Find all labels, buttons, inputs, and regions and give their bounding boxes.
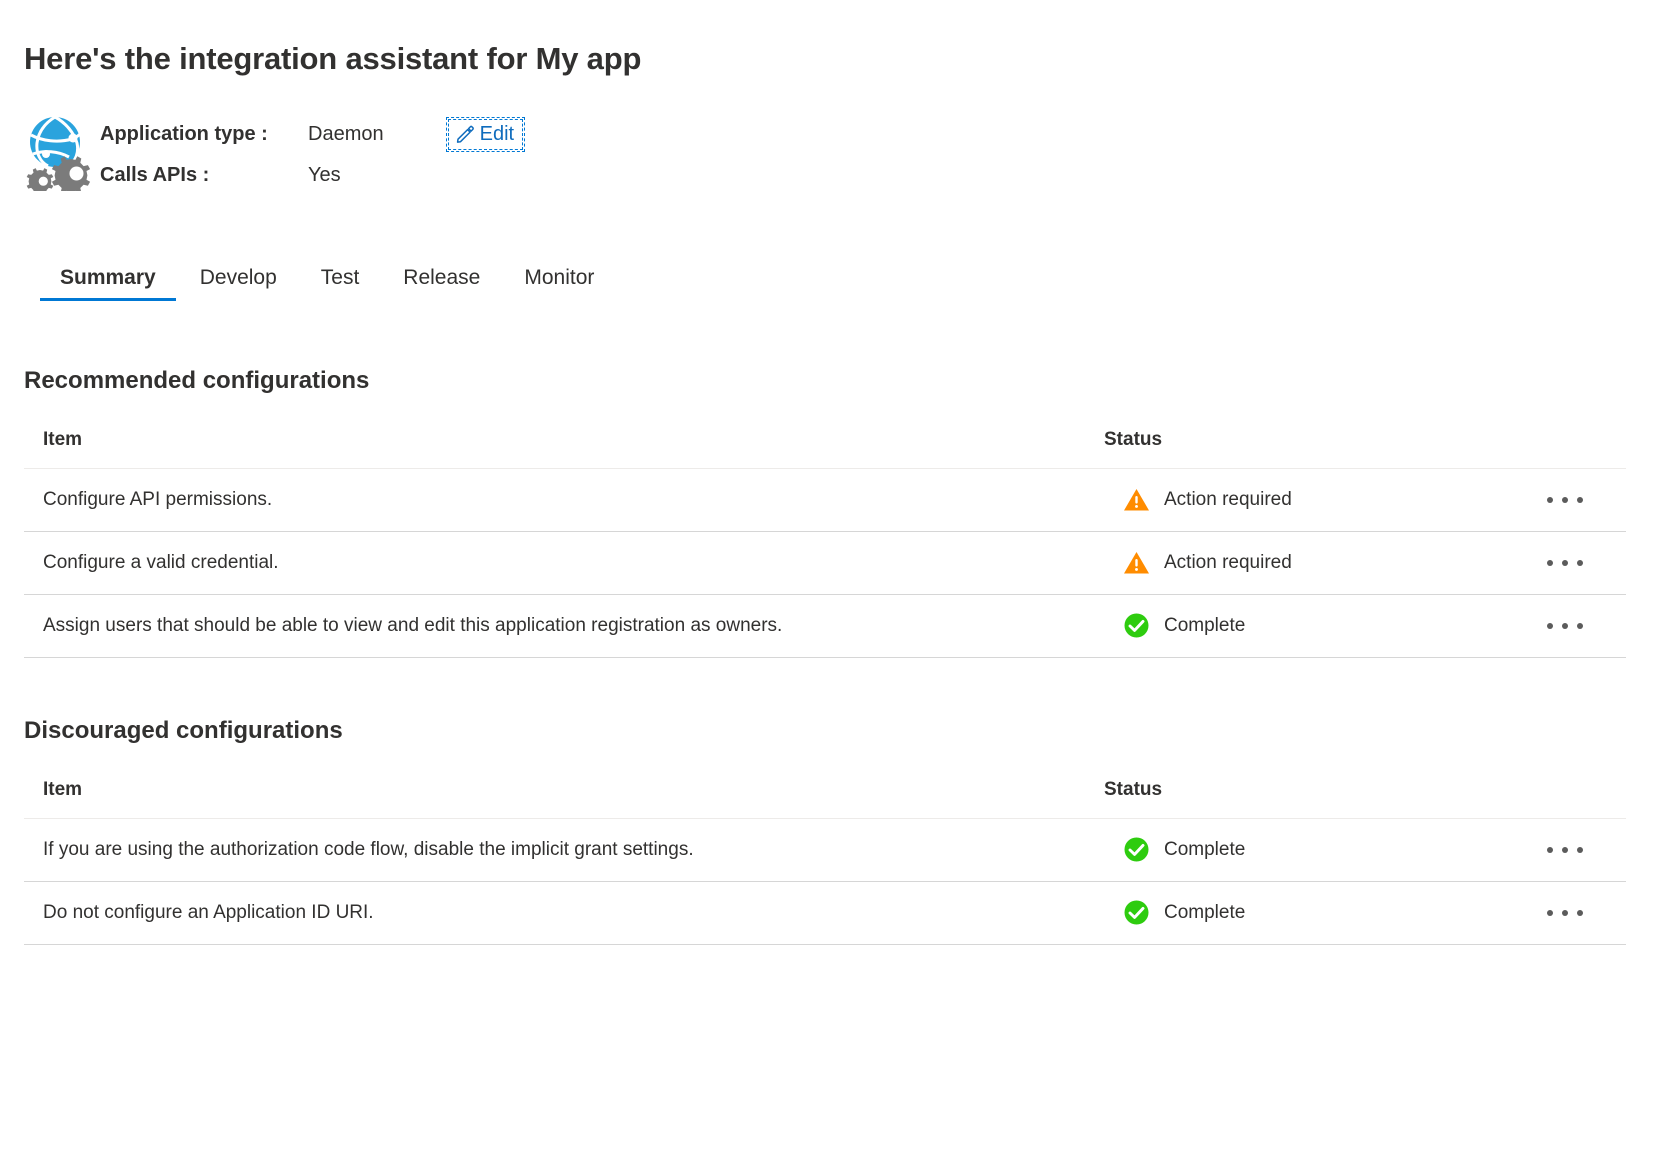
tab-develop[interactable]: Develop [178,267,299,301]
dot [1576,846,1583,853]
row-status-cell: Action required [1104,468,1484,532]
application-type-value: Daemon [308,122,384,145]
dot [1561,909,1568,916]
row-item-text: Configure a valid credential. [24,531,1104,595]
discouraged-configurations-section: Discouraged configurations Item Status I… [24,717,1644,945]
row-status-text: Action required [1164,488,1292,510]
page-title: Here's the integration assistant for My … [24,41,642,76]
recommended-heading: Recommended configurations [24,366,370,394]
recommended-configurations-section: Recommended configurations Item Status C… [24,367,1644,658]
more-actions-button[interactable] [1503,899,1626,927]
dot [1576,559,1583,566]
success-check-icon [1123,899,1150,926]
row-status-text: Complete [1164,901,1246,923]
app-meta-grid: Application type : Daemon Edit Calls API… [100,113,526,187]
edit-button[interactable]: Edit [445,116,526,152]
application-type-label: Application type : [100,122,268,145]
dot [1546,622,1553,629]
more-actions-button[interactable] [1503,836,1626,864]
column-header-status: Status [1104,778,1484,819]
application-type-row: Daemon Edit [308,116,526,152]
success-check-icon [1123,836,1150,863]
row-item-text: Do not configure an Application ID URI. [24,881,1104,945]
row-item-text: If you are using the authorization code … [24,818,1104,882]
dot [1561,622,1568,629]
tab-bar: Summary Develop Test Release Monitor [24,255,1644,301]
row-status-text: Action required [1164,551,1292,573]
table-row: Assign users that should be able to view… [24,594,1626,658]
row-menu-cell [1484,594,1626,658]
column-header-item: Item [24,428,1104,469]
more-actions-button[interactable] [1503,612,1626,640]
row-status-cell: Complete [1104,881,1484,945]
dot [1546,559,1553,566]
row-status-text: Complete [1164,614,1246,636]
more-actions-button[interactable] [1503,486,1626,514]
dot [1561,559,1568,566]
calls-apis-label: Calls APIs : [100,163,210,186]
integration-assistant-page: Here's the integration assistant for My … [0,0,1668,945]
row-menu-cell [1484,881,1626,945]
row-item-text: Assign users that should be able to view… [24,594,1104,658]
dot [1561,496,1568,503]
row-status-cell: Complete [1104,594,1484,658]
row-status-text: Complete [1164,838,1246,860]
column-header-status: Status [1104,428,1484,469]
tab-summary[interactable]: Summary [38,267,178,301]
table-row: If you are using the authorization code … [24,818,1626,882]
tab-release[interactable]: Release [381,267,502,301]
pencil-icon [455,124,475,144]
dot [1546,846,1553,853]
app-summary-block: Application type : Daemon Edit Calls API… [24,113,1644,199]
dot [1576,496,1583,503]
warning-icon [1123,549,1150,576]
dot [1546,909,1553,916]
table-header-row: Item Status [24,428,1626,469]
dot [1561,846,1568,853]
table-header-row: Item Status [24,778,1626,819]
tab-monitor[interactable]: Monitor [502,267,616,301]
discouraged-heading: Discouraged configurations [24,716,343,744]
tab-test[interactable]: Test [299,267,382,301]
row-menu-cell [1484,818,1626,882]
calls-apis-value: Yes [308,163,341,186]
column-header-menu [1484,778,1626,819]
more-actions-button[interactable] [1503,549,1626,577]
column-header-item: Item [24,778,1104,819]
row-menu-cell [1484,468,1626,532]
dot [1576,622,1583,629]
row-status-cell: Action required [1104,531,1484,595]
daemon-app-globe-gears-icon [24,113,100,191]
edit-button-label: Edit [479,122,515,145]
table-row: Configure a valid credential. Action req… [24,531,1626,595]
dot [1576,909,1583,916]
row-item-text: Configure API permissions. [24,468,1104,532]
table-row: Do not configure an Application ID URI. … [24,881,1626,945]
warning-icon [1123,486,1150,513]
dot [1546,496,1553,503]
row-status-cell: Complete [1104,818,1484,882]
discouraged-configurations-table: Item Status If you are using the authori… [24,778,1626,945]
table-row: Configure API permissions. Action requir… [24,468,1626,532]
recommended-configurations-table: Item Status Configure API permissions. A… [24,428,1626,658]
row-menu-cell [1484,531,1626,595]
column-header-menu [1484,428,1626,469]
success-check-icon [1123,612,1150,639]
